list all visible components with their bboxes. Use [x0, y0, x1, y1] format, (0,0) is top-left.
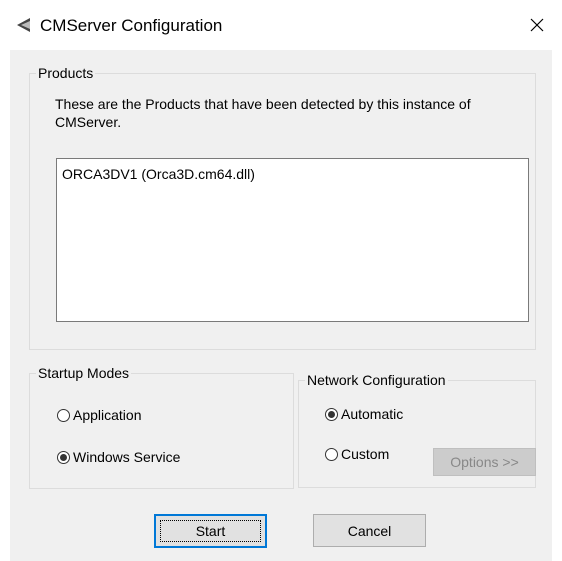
radio-label: Custom	[341, 446, 390, 462]
start-button[interactable]: Start	[154, 514, 267, 548]
network-configuration-group: Network Configuration Automatic Custom O…	[298, 372, 536, 488]
radio-label: Application	[73, 407, 142, 423]
list-item[interactable]: ORCA3DV1 (Orca3D.cm64.dll)	[62, 166, 255, 183]
title-bar: CMServer Configuration	[0, 0, 562, 50]
radio-circle[interactable]	[57, 451, 70, 464]
radio-automatic[interactable]: Automatic	[325, 406, 403, 423]
radio-custom[interactable]: Custom	[325, 446, 389, 463]
radio-circle[interactable]	[325, 448, 338, 461]
radio-circle[interactable]	[57, 409, 70, 422]
radio-selected-dot	[328, 411, 335, 418]
products-legend: Products	[38, 65, 94, 81]
options-button[interactable]: Options >>	[433, 448, 536, 476]
radio-windows-service[interactable]: Windows Service	[57, 449, 180, 466]
radio-application[interactable]: Application	[57, 407, 142, 424]
window-title: CMServer Configuration	[40, 16, 223, 35]
cancel-button[interactable]: Cancel	[313, 514, 426, 547]
products-group: Products These are the Products that hav…	[29, 65, 536, 350]
focus-rectangle	[160, 520, 261, 542]
network-configuration-legend: Network Configuration	[307, 372, 446, 388]
startup-modes-group: Startup Modes Application Windows Servic…	[29, 365, 294, 489]
radio-circle[interactable]	[325, 408, 338, 421]
dialog-client-area: Products These are the Products that hav…	[10, 50, 552, 561]
radio-label: Automatic	[341, 406, 404, 422]
products-listbox[interactable]: ORCA3DV1 (Orca3D.cm64.dll)	[56, 158, 529, 322]
startup-modes-legend: Startup Modes	[38, 365, 130, 381]
close-button[interactable]	[512, 0, 562, 50]
products-description: These are the Products that have been de…	[55, 96, 471, 130]
close-icon	[530, 18, 544, 32]
radio-label: Windows Service	[73, 449, 181, 465]
radio-selected-dot	[60, 454, 67, 461]
cmserver-app-icon	[17, 18, 30, 32]
